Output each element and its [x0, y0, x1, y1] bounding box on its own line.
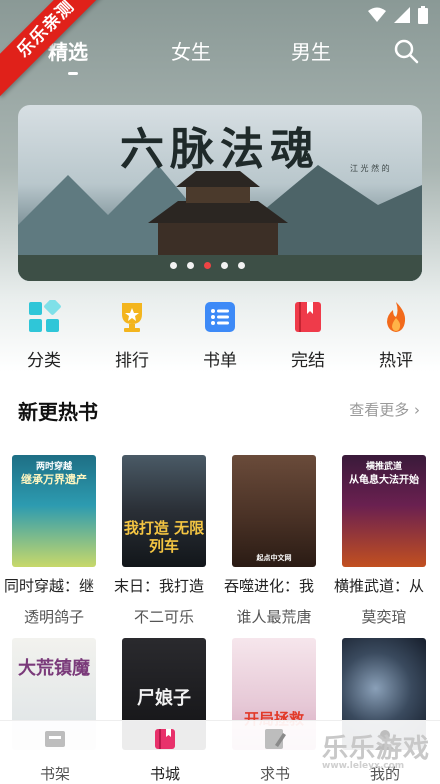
chevron-right-icon: › — [414, 401, 420, 419]
book-title: 末日：我打造 — [114, 577, 205, 595]
book-title: 吞噬进化：我 — [224, 577, 315, 595]
book-author: 不二可乐 — [133, 608, 194, 626]
book-author: 谁人最荒唐 — [236, 608, 312, 626]
book-author: 莫奕琯 — [361, 608, 407, 626]
tab-male[interactable]: 男生 — [291, 36, 331, 65]
book-cover: 我打造 无限列车 — [122, 455, 206, 567]
bookshelf-icon — [45, 731, 65, 747]
search-icon[interactable] — [393, 38, 419, 64]
bookmark-book-icon — [295, 302, 321, 332]
quick-link-label: 排行 — [115, 351, 149, 371]
quick-link-label: 热评 — [379, 351, 413, 371]
book-cover: 起点中文网 — [232, 455, 316, 567]
book-author: 透明鸽子 — [23, 608, 84, 626]
trophy-icon — [122, 303, 142, 332]
quick-links: 分类 排行 书单 完结 热评 — [0, 296, 440, 372]
signal-icon — [394, 7, 410, 23]
book-card[interactable]: 起点中文网 吞噬进化：我 谁人最荒唐 — [224, 455, 322, 627]
quick-link-label: 分类 — [27, 351, 61, 371]
featured-banner[interactable]: 六脉法魂 江 光 然 的 — [18, 105, 422, 281]
nav-bookstore[interactable]: 书城 — [135, 727, 195, 784]
quick-link-ranking[interactable]: 排行 — [102, 296, 162, 371]
tab-female[interactable]: 女生 — [171, 36, 211, 65]
quick-link-category[interactable]: 分类 — [14, 296, 74, 371]
pagination-dot[interactable] — [187, 262, 194, 269]
pagination-dot[interactable] — [221, 262, 228, 269]
book-card[interactable]: 我打造 无限列车 末日：我打造 不二可乐 — [114, 455, 212, 627]
flame-icon — [387, 302, 406, 332]
cover-text: 我打造 无限列车 — [123, 519, 205, 555]
bookstore-icon — [155, 729, 175, 749]
tab-active-indicator — [68, 72, 78, 75]
view-more-link[interactable]: 查看更多 › — [349, 399, 420, 420]
battery-icon — [418, 6, 428, 24]
quick-link-label: 书单 — [203, 351, 237, 371]
quick-link-hot-reviews[interactable]: 热评 — [366, 296, 426, 371]
banner-subtitle: 江 光 然 的 — [350, 164, 390, 173]
pagination-dot[interactable] — [238, 262, 245, 269]
list-icon — [205, 302, 235, 332]
view-more-label: 查看更多 — [349, 401, 410, 419]
book-cover: 两时穿越 继承万界遗产 — [12, 455, 96, 567]
cover-text: 尸娘子 — [137, 688, 191, 709]
quick-link-booklist[interactable]: 书单 — [190, 296, 250, 371]
book-title: 同时穿越：继 — [4, 577, 95, 595]
banner-pagination — [170, 262, 245, 269]
cover-text: 继承万界遗产 — [21, 473, 87, 486]
nav-label: 书城 — [149, 765, 180, 783]
cover-text: 从龟息大法开始 — [349, 475, 419, 486]
nav-request-book[interactable]: 求书 — [245, 727, 305, 784]
pagination-dot-active[interactable] — [204, 262, 211, 269]
top-tabs: 精选 女生 男生 — [0, 30, 440, 75]
watermark-text: 乐乐游戏 — [322, 734, 431, 764]
quick-link-completed[interactable]: 完结 — [278, 296, 338, 371]
wifi-icon — [368, 7, 386, 22]
book-card[interactable]: 两时穿越 继承万界遗产 同时穿越：继 透明鸽子 — [4, 455, 102, 627]
cover-text: 大荒镇魔 — [18, 658, 90, 679]
cover-text: 起点中文网 — [256, 554, 292, 562]
watermark: 乐乐游戏 www.leleyx.com — [322, 728, 440, 778]
book-cover: 横推武道 从龟息大法开始 — [342, 455, 426, 567]
book-card[interactable]: 横推武道 从龟息大法开始 横推武道：从 莫奕琯 — [334, 455, 432, 627]
edit-book-icon — [265, 729, 286, 749]
section-title: 新更热书 — [18, 400, 98, 424]
category-grid-icon — [29, 298, 61, 332]
nav-label: 求书 — [259, 765, 290, 783]
book-title: 横推武道：从 — [334, 577, 425, 595]
nav-bookshelf[interactable]: 书架 — [25, 727, 85, 784]
pagination-dot[interactable] — [170, 262, 177, 269]
nav-label: 书架 — [39, 765, 70, 783]
quick-link-label: 完结 — [291, 351, 325, 371]
